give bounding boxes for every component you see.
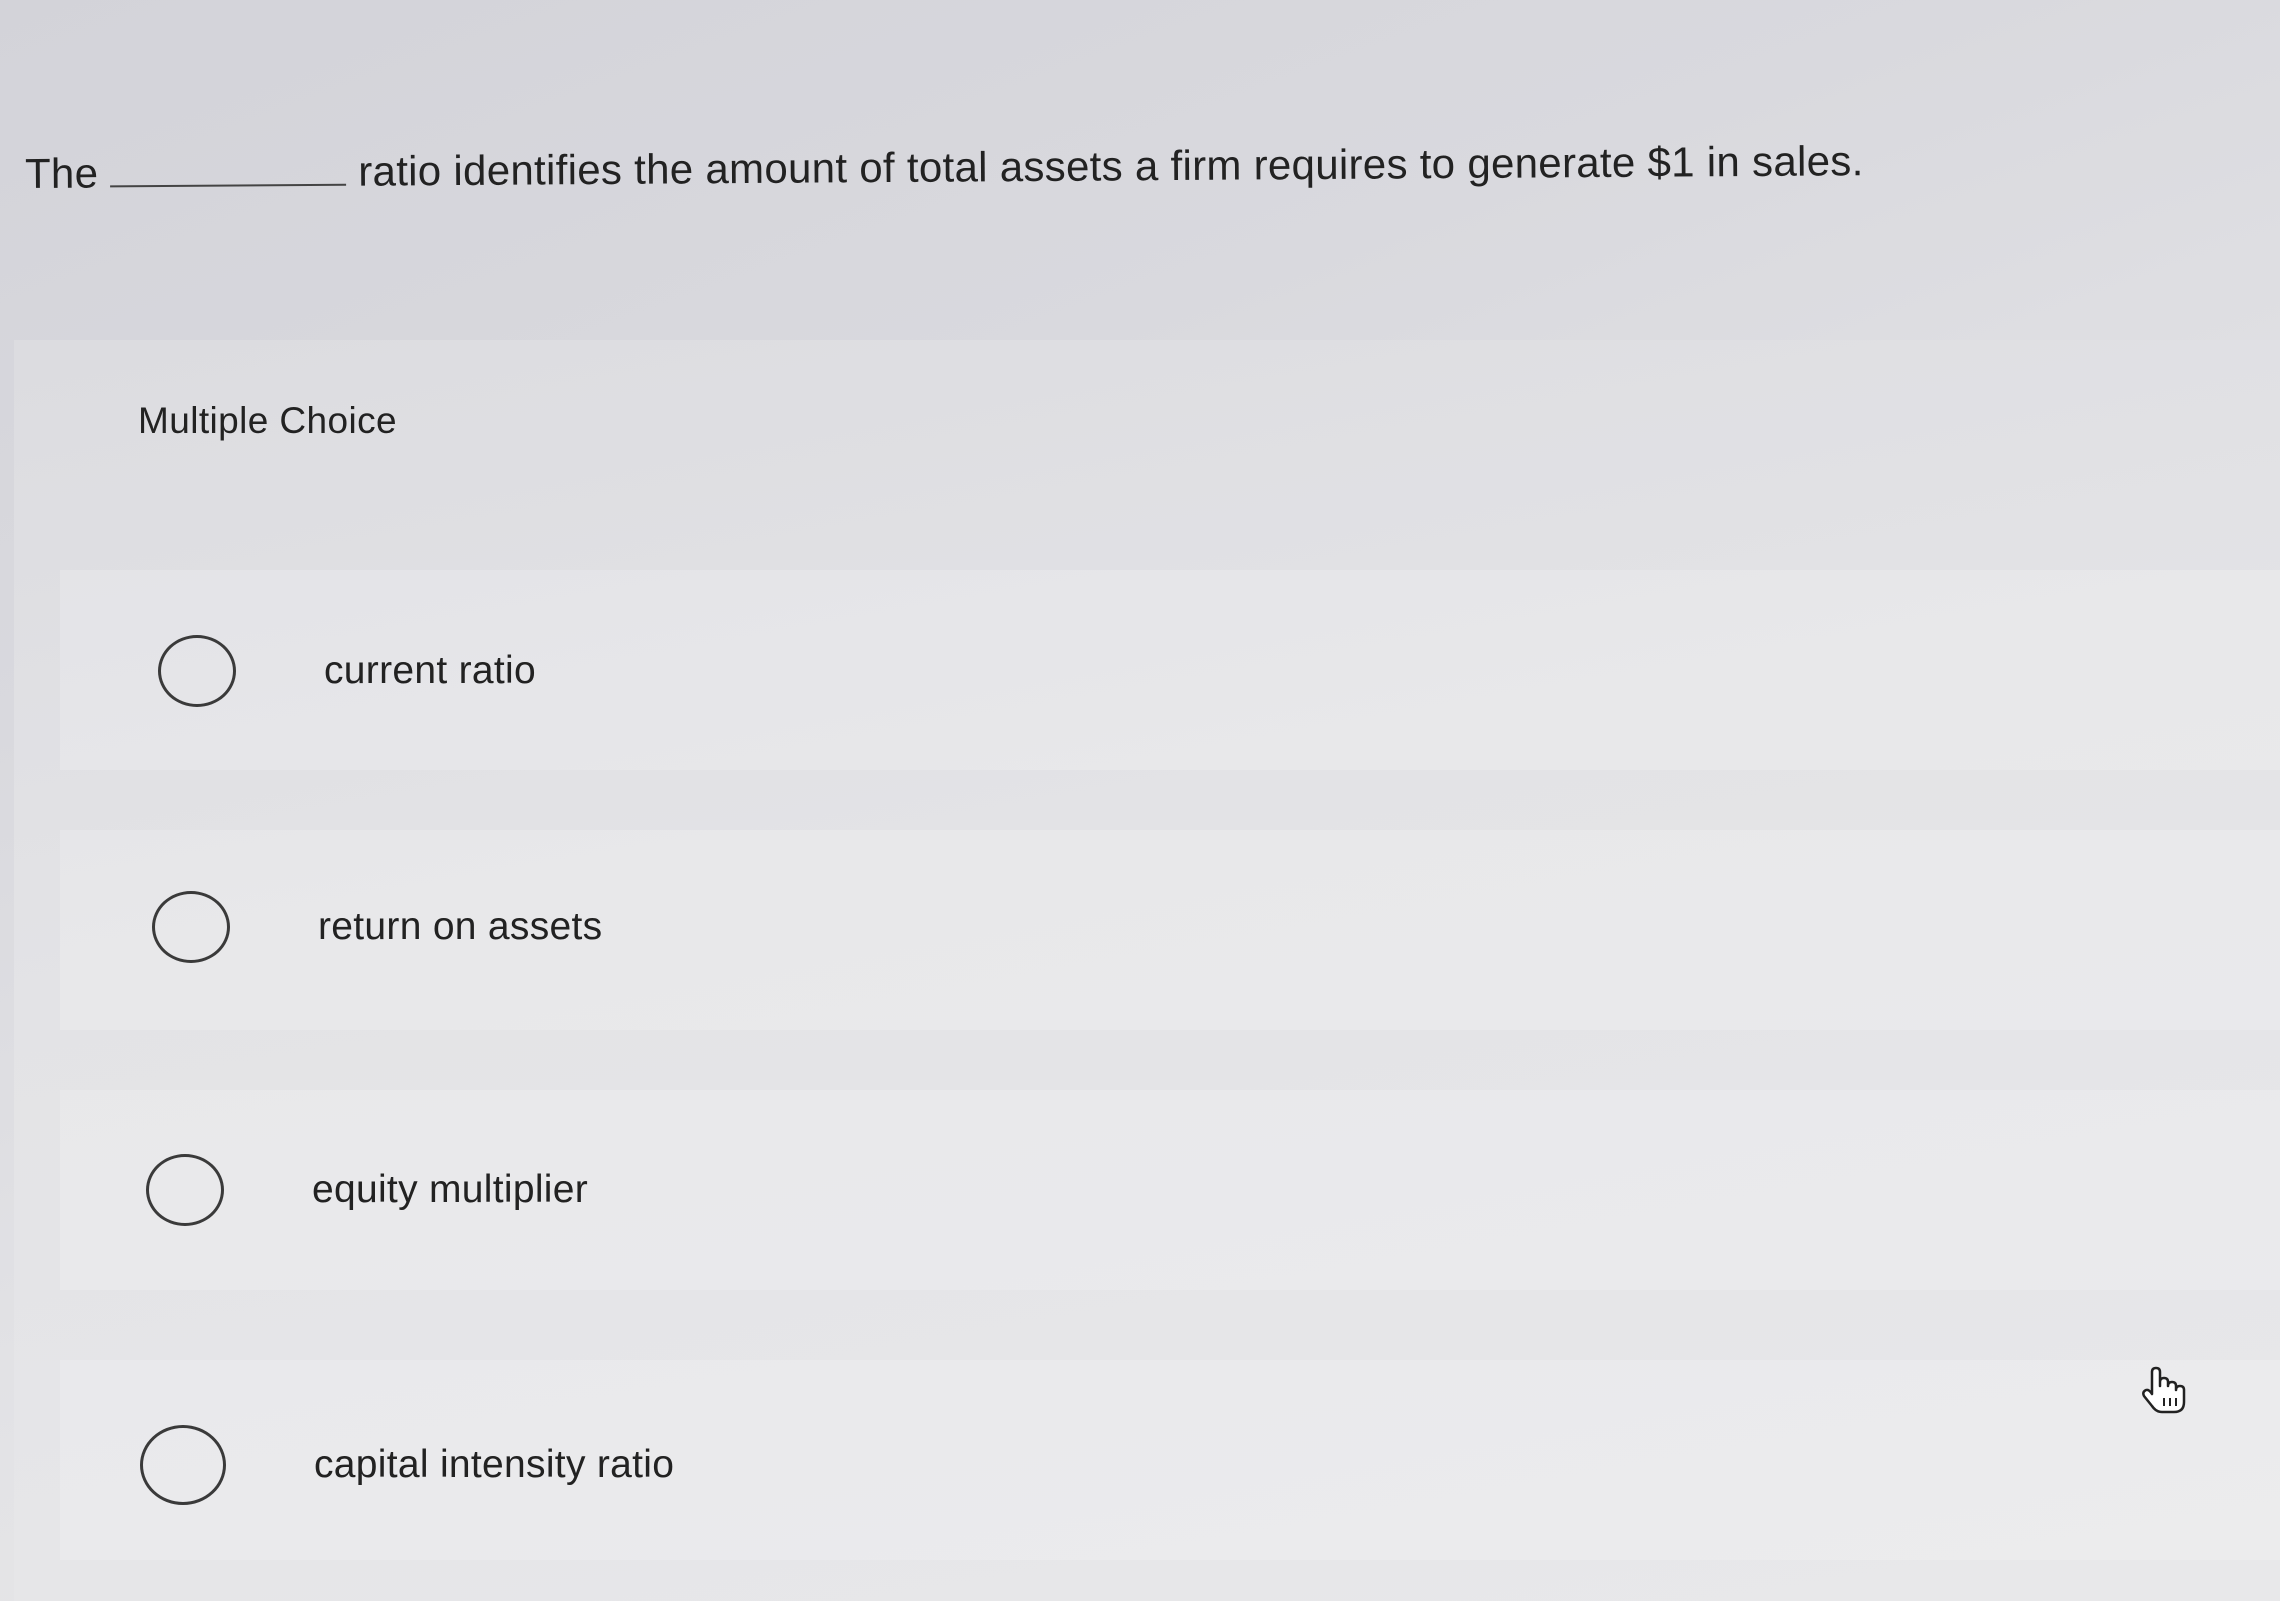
option-label: capital intensity ratio xyxy=(314,1443,675,1486)
hand-pointer-icon xyxy=(2142,1366,2186,1414)
radio-button[interactable] xyxy=(158,635,236,707)
radio-button[interactable] xyxy=(152,891,230,963)
option-equity-multiplier[interactable]: equity multiplier xyxy=(146,1154,588,1226)
option-return-on-assets[interactable]: return on assets xyxy=(152,891,602,963)
question-prefix: The xyxy=(24,149,99,197)
multiple-choice-label: Multiple Choice xyxy=(138,400,397,441)
question-suffix: ratio identifies the amount of total ass… xyxy=(358,137,1864,195)
question-text: The ratio identifies the amount of total… xyxy=(25,137,1864,198)
option-current-ratio[interactable]: current ratio xyxy=(158,635,536,707)
option-label: current ratio xyxy=(324,649,536,692)
radio-button[interactable] xyxy=(140,1425,226,1505)
radio-button[interactable] xyxy=(146,1154,224,1226)
answer-blank xyxy=(110,177,347,188)
option-capital-intensity-ratio[interactable]: capital intensity ratio xyxy=(140,1425,674,1505)
option-label: equity multiplier xyxy=(312,1168,589,1211)
option-label: return on assets xyxy=(318,905,603,948)
